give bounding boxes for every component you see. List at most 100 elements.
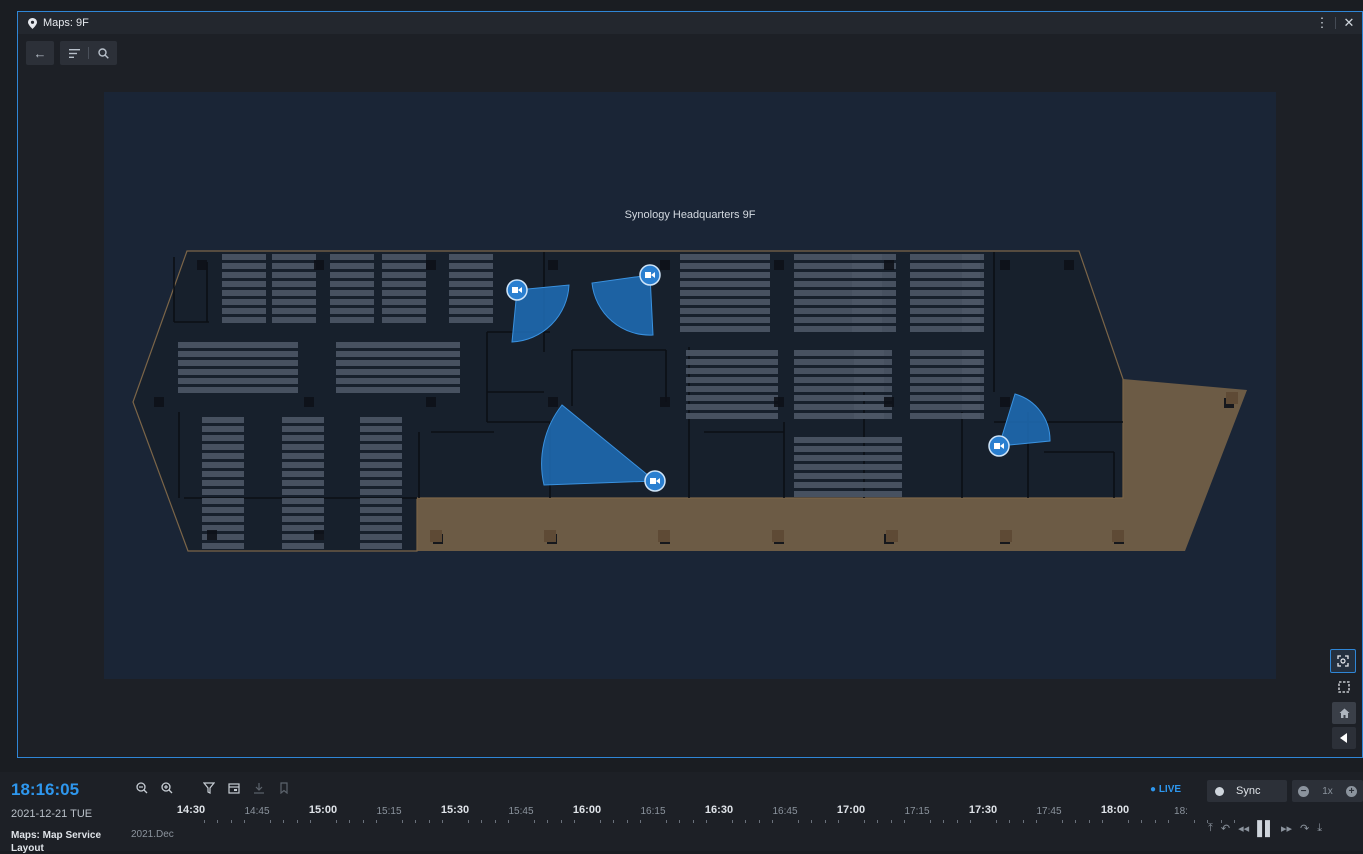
desk-row: [962, 317, 984, 323]
sync-button[interactable]: Sync: [1207, 780, 1287, 802]
timeline-tick-mark: [639, 820, 641, 823]
timeline-tick-label: 15:15: [376, 806, 402, 817]
desk-row: [360, 480, 402, 486]
camera-4-icon-body: [994, 443, 1000, 449]
live-indicator[interactable]: ● LIVE: [1150, 784, 1181, 795]
desk-row: [222, 290, 266, 296]
desk-row: [202, 480, 244, 486]
timeline-tick-mark: [243, 820, 245, 823]
timeline-tick-mark: [230, 820, 232, 823]
desk-row: [449, 299, 493, 305]
timeline-tick-mark: [996, 820, 998, 823]
timeline-tick-mark: [402, 820, 404, 823]
download-icon[interactable]: [251, 782, 267, 797]
timeline-ruler[interactable]: 14:30 14:45 15:00 15:15 15:30 15:45 16:00 16:15…: [150, 804, 1235, 826]
desk-row: [360, 462, 402, 468]
pillar: [548, 260, 558, 270]
speed-increase-icon[interactable]: +: [1346, 785, 1357, 797]
desk-row: [178, 351, 298, 357]
pillar: [197, 260, 207, 270]
jump-end-icon[interactable]: ⤓: [1317, 822, 1322, 835]
timeline-tick-mark: [204, 820, 206, 823]
timeline-tick-mark: [613, 820, 615, 823]
timeline-tick-label: 15:00: [308, 804, 338, 816]
jump-start-icon[interactable]: ⤒: [1208, 822, 1213, 835]
pillar: [1000, 260, 1010, 270]
timeline-tick-label: 18:00: [1100, 804, 1130, 816]
floor-plan: [132, 250, 1247, 552]
rewind-icon[interactable]: ◂◂: [1238, 822, 1249, 835]
desk-row: [794, 446, 902, 452]
fit-screen-button[interactable]: [1330, 649, 1356, 673]
sync-toggle-icon: [1215, 786, 1224, 796]
desk-row: [202, 516, 244, 522]
timeline-tick-mark: [837, 820, 839, 823]
pillar: [426, 260, 436, 270]
pillar: [774, 260, 784, 270]
collapse-panel-button[interactable]: [1332, 727, 1356, 749]
select-area-button[interactable]: [1332, 676, 1356, 698]
desk-row: [202, 489, 244, 495]
zoom-in-icon[interactable]: [159, 782, 175, 797]
forward-10-icon[interactable]: ↷: [1300, 822, 1309, 835]
desk-row: [272, 254, 316, 260]
desk-row: [962, 272, 984, 278]
desk-row: [330, 272, 374, 278]
timeline-tick-mark: [441, 820, 443, 823]
desk-row: [222, 263, 266, 269]
desk-row: [962, 299, 984, 305]
timeline-tick-mark: [771, 820, 773, 823]
timeline-tick-label: 17:30: [968, 804, 998, 816]
pillar: [304, 397, 314, 407]
calendar-icon[interactable]: [226, 782, 242, 797]
desk-row: [962, 281, 984, 287]
desk-row: [222, 254, 266, 260]
current-date: 2021-12-21 TUE: [11, 808, 93, 820]
floor-map-canvas[interactable]: Synology Headquarters 9F: [104, 92, 1276, 679]
desk-row: [854, 413, 884, 419]
timeline-tick-mark: [349, 820, 351, 823]
timeline-tick-mark: [415, 820, 417, 823]
timeline-tick-mark: [600, 820, 602, 823]
desk-row: [282, 489, 324, 495]
speed-decrease-icon[interactable]: −: [1298, 785, 1309, 797]
close-icon[interactable]: ✕: [1336, 12, 1362, 34]
desk-row: [382, 290, 426, 296]
back-button[interactable]: ←: [26, 41, 54, 65]
current-time: 18:16:05: [11, 780, 80, 799]
search-icon[interactable]: [89, 41, 117, 65]
timeline-tick-mark: [507, 820, 509, 823]
timeline-tick-label: 15:30: [440, 804, 470, 816]
more-options-icon[interactable]: ⋮: [1309, 12, 1335, 34]
desk-row: [360, 525, 402, 531]
camera-1-icon-body: [512, 287, 518, 293]
desk-row: [178, 387, 298, 393]
timeline-tick-mark: [666, 820, 668, 823]
bookmark-icon[interactable]: [276, 782, 292, 797]
rewind-10-icon[interactable]: ↶: [1221, 822, 1230, 835]
home-button[interactable]: [1332, 702, 1356, 724]
desk-row: [962, 359, 984, 365]
timeline-panel: 18:16:05 2021-12-21 TUE ● LIVE 14:30 14:4…: [0, 772, 1363, 854]
filter-icon[interactable]: [201, 782, 217, 797]
desk-row: [962, 350, 984, 356]
desk-row: [178, 378, 298, 384]
timeline-tick-label: 17:45: [1036, 806, 1062, 817]
desk-row: [686, 395, 778, 401]
location-pin-icon: [27, 17, 37, 29]
corridor-pillar: [544, 530, 556, 542]
list-icon[interactable]: [60, 41, 88, 65]
pause-icon[interactable]: ▌▌: [1257, 820, 1275, 836]
zoom-out-icon[interactable]: [134, 782, 150, 797]
timeline-tick-mark: [428, 820, 430, 823]
fast-forward-icon[interactable]: ▸▸: [1281, 822, 1292, 835]
timeline-tick-mark: [1141, 820, 1143, 823]
desk-row: [202, 507, 244, 513]
desk-row: [222, 272, 266, 278]
pillar: [660, 260, 670, 270]
timeline-tick-label: 18:: [1174, 806, 1188, 817]
timeline-tick-mark: [758, 820, 760, 823]
desk-row: [330, 299, 374, 305]
desk-row: [360, 516, 402, 522]
timeline-tick-mark: [468, 820, 470, 823]
